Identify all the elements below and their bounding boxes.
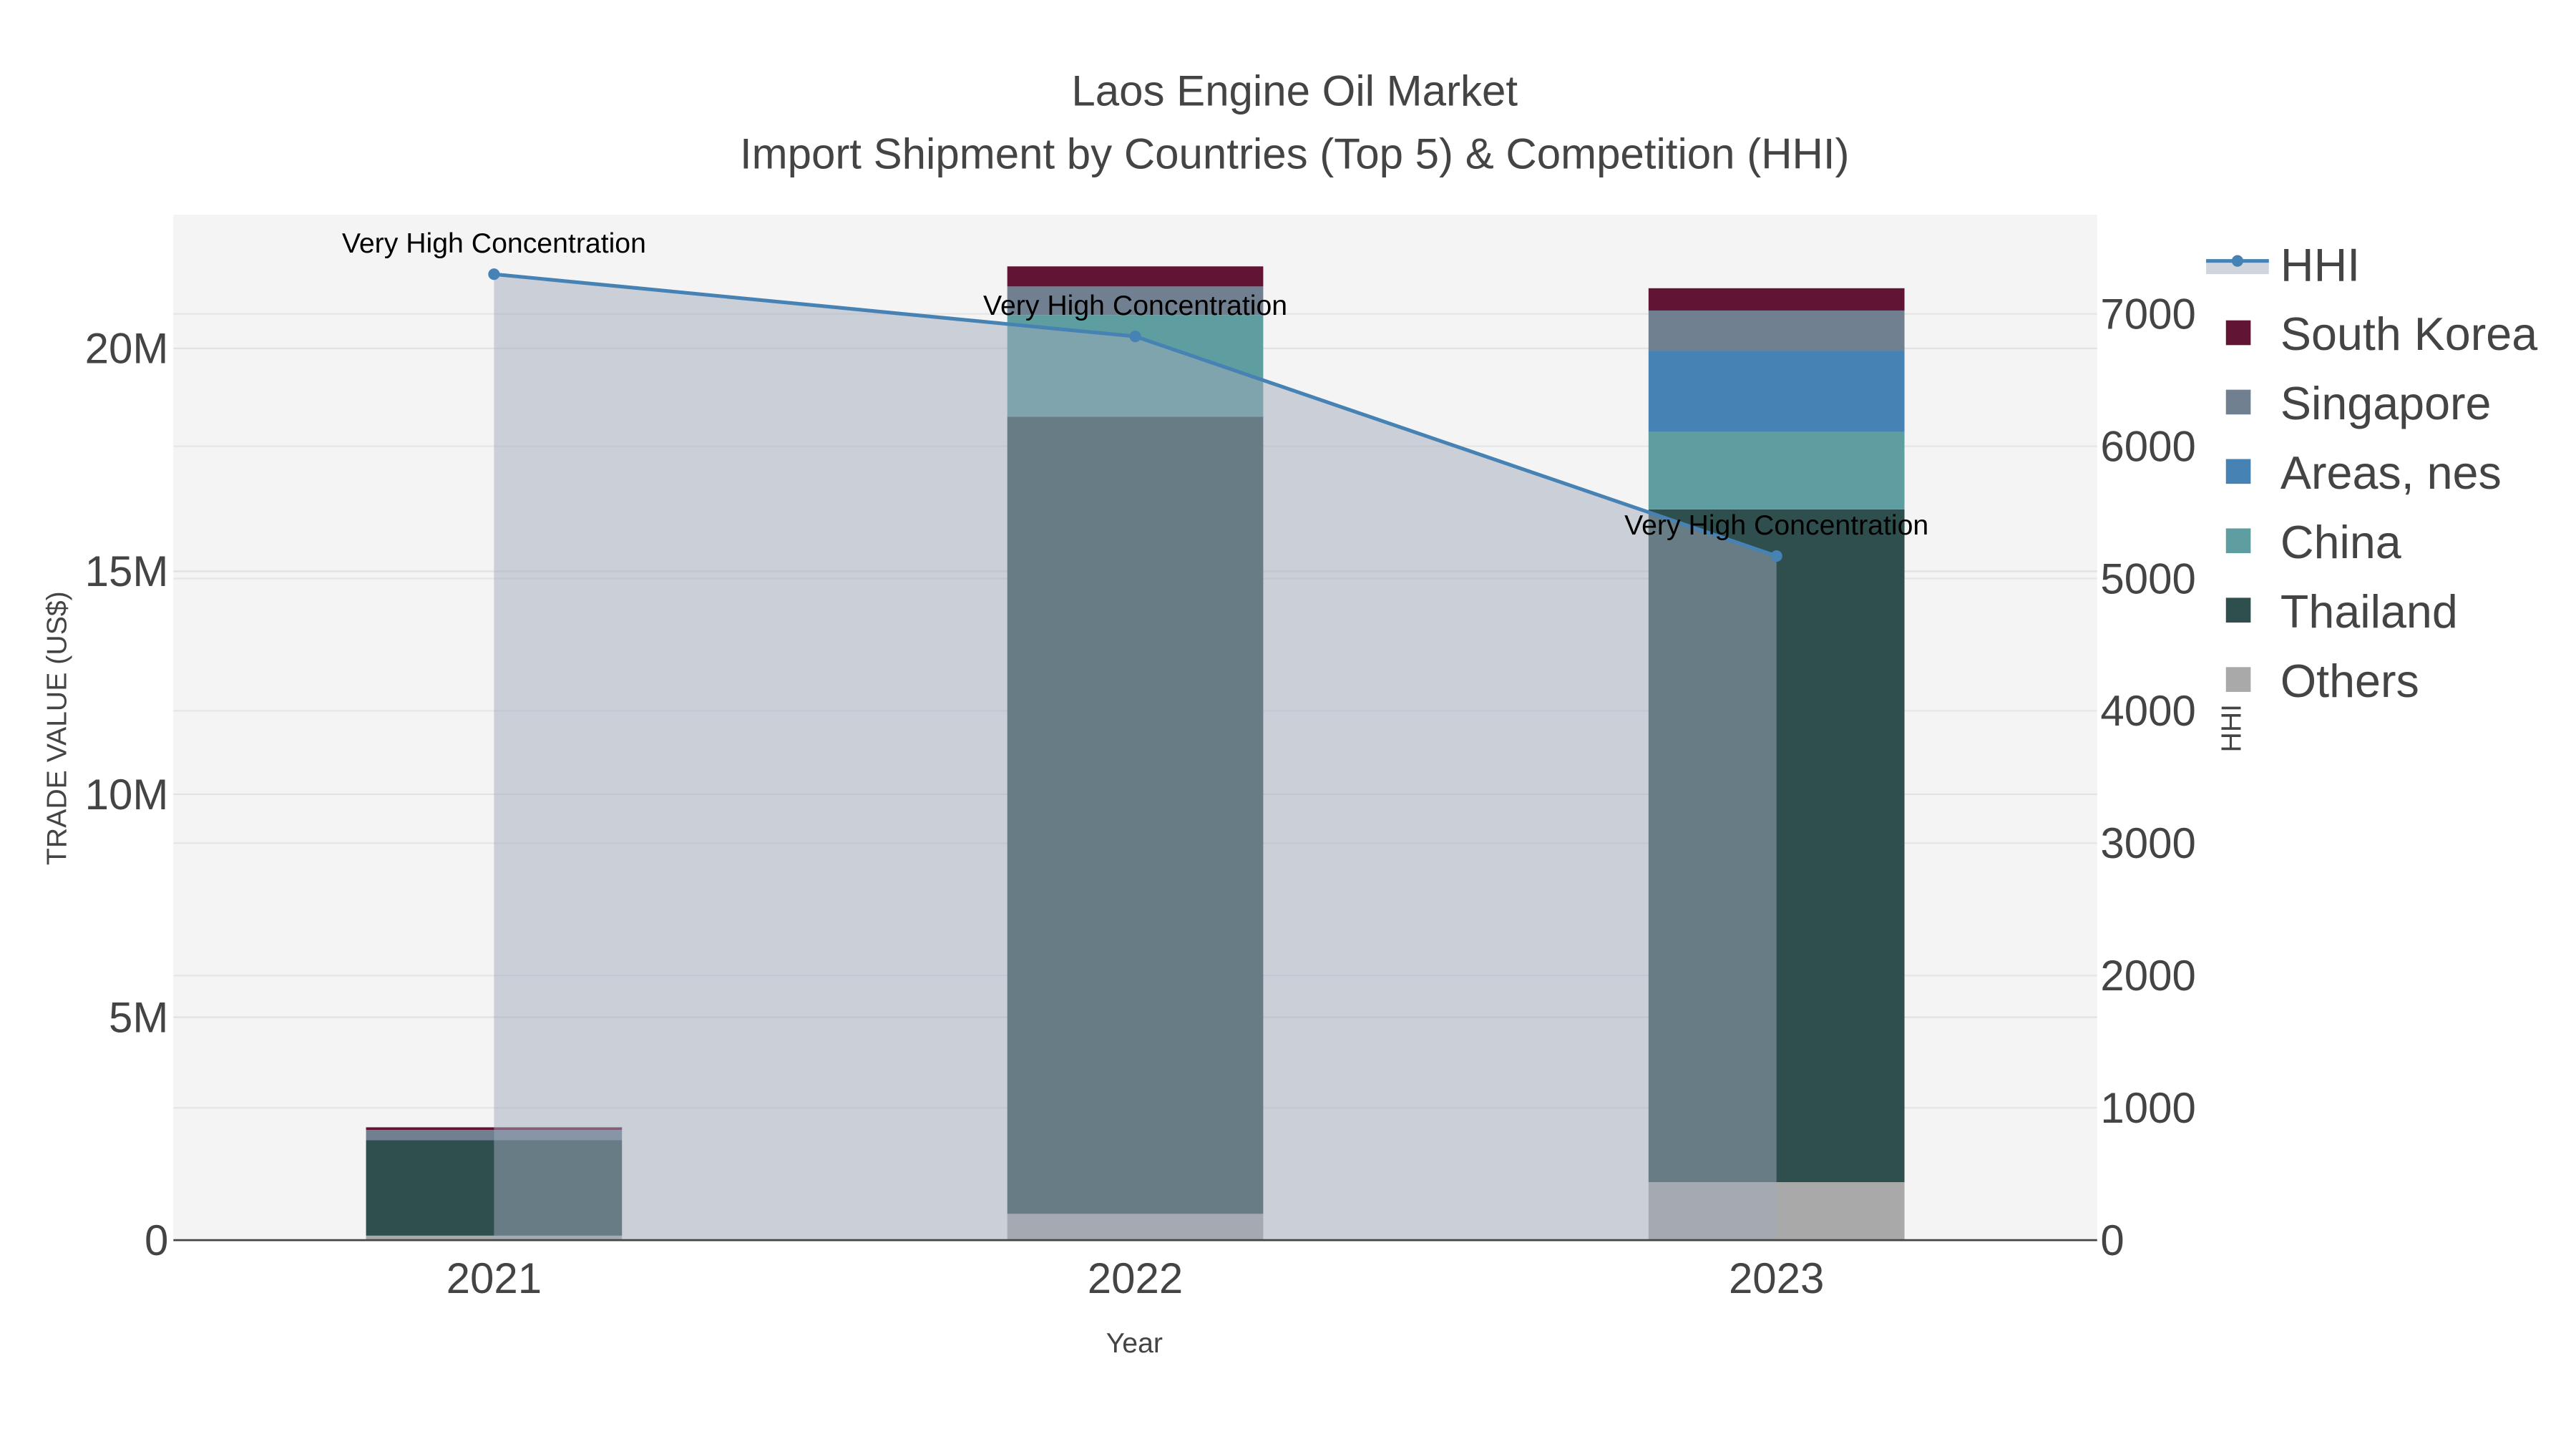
y2-tick-label: 7000 (2100, 290, 2195, 338)
hhi-annotation: Very High Concentration (983, 290, 1287, 321)
y2-ticks: 0 1000 2000 3000 4000 5000 6000 7000 (2100, 290, 2195, 1264)
x-tick-label: 2021 (447, 1254, 542, 1302)
y2-tick-label: 1000 (2100, 1084, 2195, 1132)
bar-singapore-2023[interactable] (1648, 310, 1905, 351)
legend-swatch (2225, 597, 2251, 623)
y-tick-label: 15M (85, 547, 169, 595)
bar-areas-nes-2023[interactable] (1648, 351, 1905, 432)
y-tick-label: 20M (85, 325, 169, 373)
chart-title: Laos Engine Oil Market (1071, 67, 1518, 115)
legend-item-thailand[interactable]: Thailand (2225, 586, 2458, 638)
legend-label: HHI (2280, 239, 2360, 291)
legend-swatch (2225, 667, 2251, 692)
x-tick-label: 2022 (1088, 1254, 1183, 1302)
legend-label: Others (2280, 655, 2419, 707)
hhi-point[interactable] (1770, 550, 1782, 562)
legend-swatch (2225, 389, 2251, 415)
x-tick-label: 2023 (1729, 1254, 1824, 1302)
legend-item-south-korea[interactable]: South Korea (2225, 308, 2537, 360)
legend-label: Thailand (2280, 586, 2458, 638)
legend: HHI South Korea Singapore Areas, nes China Th… (2206, 239, 2537, 707)
legend-label: South Korea (2280, 308, 2537, 360)
legend-swatch (2225, 320, 2251, 346)
y2-tick-label: 2000 (2100, 952, 2195, 1000)
legend-item-areas-nes[interactable]: Areas, nes (2225, 447, 2502, 499)
legend-swatch (2225, 528, 2251, 554)
y2-tick-label: 6000 (2100, 422, 2195, 470)
y-axis-title: TRADE VALUE (US$) (41, 591, 72, 865)
legend-item-china[interactable]: China (2225, 517, 2401, 568)
y2-tick-label: 4000 (2100, 687, 2195, 735)
bar-china-2023[interactable] (1648, 431, 1905, 509)
legend-item-hhi[interactable]: HHI (2206, 239, 2360, 291)
y-tick-label: 0 (145, 1216, 168, 1264)
legend-label: China (2280, 517, 2401, 568)
hhi-annotation: Very High Concentration (1624, 509, 1928, 541)
hhi-annotation: Very High Concentration (342, 228, 646, 259)
y-tick-label: 10M (85, 771, 169, 819)
y2-tick-label: 3000 (2100, 819, 2195, 867)
legend-item-others[interactable]: Others (2225, 655, 2419, 707)
y-ticks: 0 5M 10M 15M 20M (85, 325, 169, 1264)
chart-subtitle: Import Shipment by Countries (Top 5) & C… (740, 130, 1850, 177)
legend-marker (2231, 255, 2243, 267)
legend-swatch (2225, 459, 2251, 484)
bar-south-korea-2023[interactable] (1648, 288, 1905, 311)
y2-tick-label: 5000 (2100, 555, 2195, 602)
y2-axis-title: HHI (2216, 704, 2248, 753)
legend-label: Singapore (2280, 378, 2492, 429)
x-ticks: 2021 2022 2023 (447, 1254, 1825, 1302)
hhi-point[interactable] (1129, 331, 1141, 343)
x-axis-title: Year (1106, 1327, 1163, 1359)
y-tick-label: 5M (109, 993, 168, 1041)
hhi-point[interactable] (488, 268, 500, 280)
y2-tick-label: 0 (2100, 1216, 2124, 1264)
legend-label: Areas, nes (2280, 447, 2502, 499)
chart: Very High Concentration Very High Concent… (41, 67, 2537, 1359)
bar-south-korea-2022[interactable] (1007, 266, 1264, 287)
legend-item-singapore[interactable]: Singapore (2225, 378, 2492, 429)
